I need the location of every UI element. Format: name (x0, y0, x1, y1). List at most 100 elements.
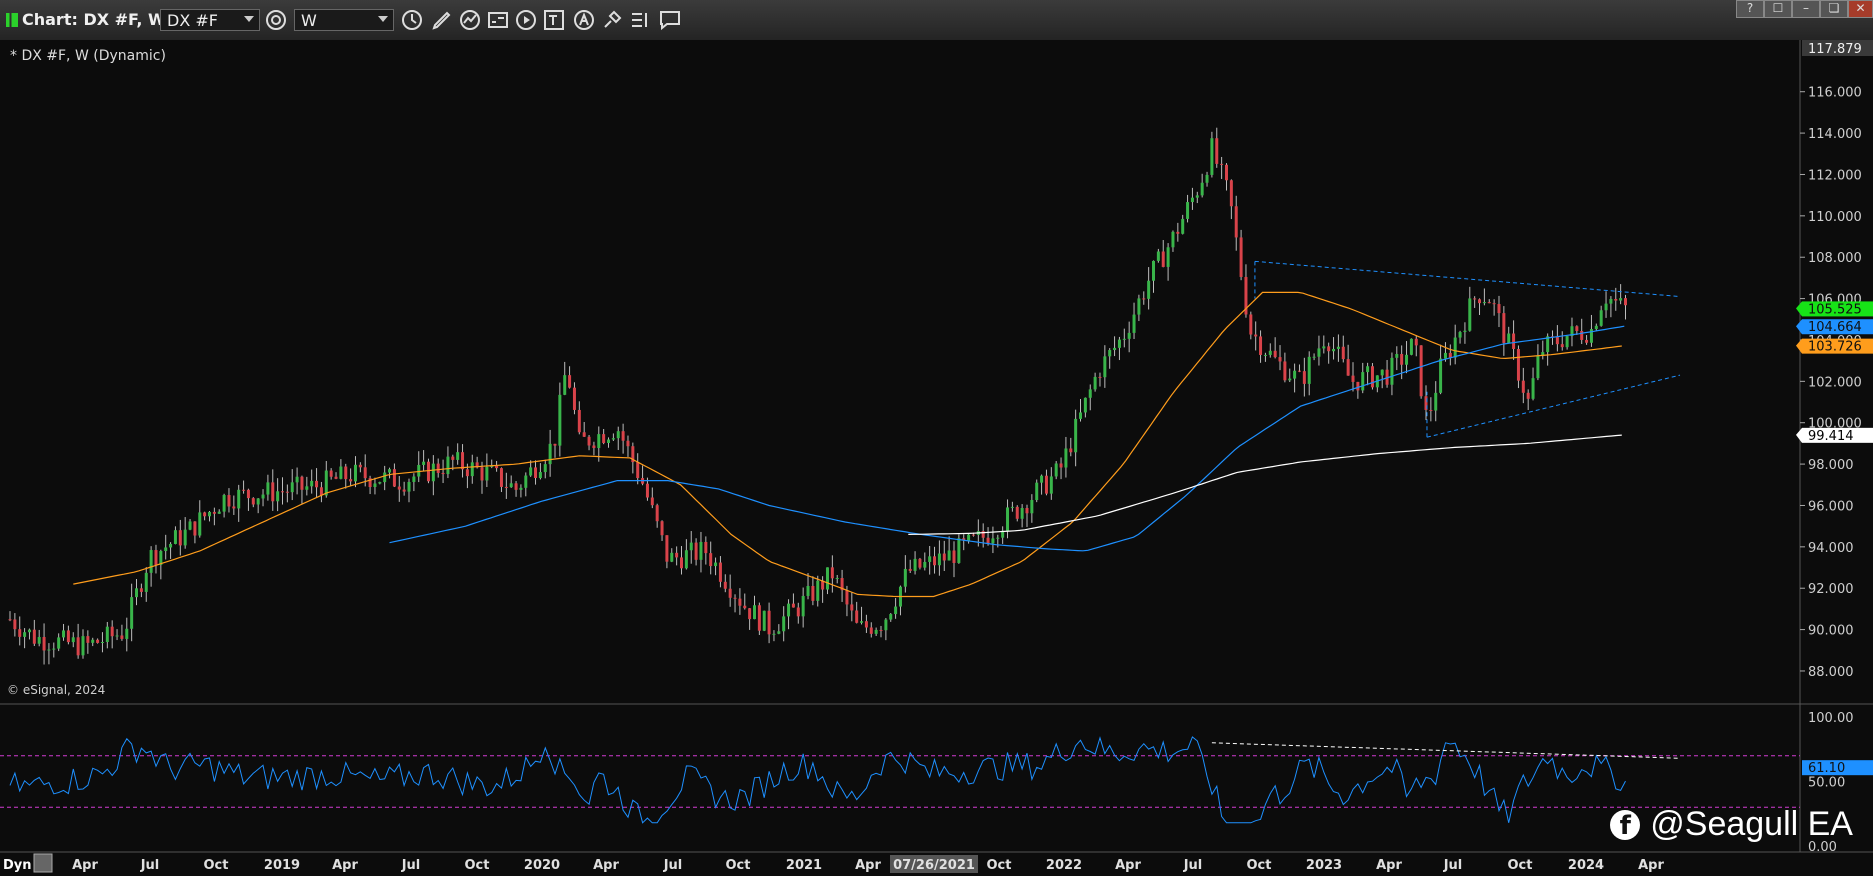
candle-body (1190, 197, 1194, 203)
candle-body (1405, 354, 1409, 365)
candle-body (1322, 346, 1326, 349)
candle-body (1356, 381, 1360, 391)
candle-body (1171, 231, 1175, 248)
chevron-down-icon[interactable] (378, 16, 388, 22)
candle-body (1560, 344, 1564, 348)
candle-body (276, 491, 280, 502)
candle-body (1273, 350, 1277, 358)
candle-body (392, 469, 396, 487)
candle-body (1458, 332, 1462, 338)
symbol-combo[interactable]: DX #F (160, 9, 260, 31)
candle-body (1020, 508, 1024, 519)
candle-body (412, 476, 416, 482)
candle-body (1336, 346, 1340, 349)
candle-body (811, 585, 815, 601)
candle-body (1516, 348, 1520, 381)
candle-body (1040, 475, 1044, 483)
candle-body (188, 521, 192, 530)
candle-body (329, 470, 333, 477)
candle-body (461, 452, 465, 470)
symbol-value: DX #F (167, 11, 218, 30)
minimize-button[interactable]: – (1792, 0, 1820, 18)
tile-button[interactable]: ☐ (1764, 0, 1792, 18)
chevron-down-icon[interactable] (244, 16, 254, 22)
candle-body (933, 556, 937, 566)
candle-body (845, 590, 849, 605)
candle-body (1113, 347, 1117, 351)
candle-body (1512, 333, 1516, 349)
candle-body (1297, 370, 1301, 372)
help-button[interactable]: ? (1736, 0, 1764, 18)
candle-body (446, 456, 450, 475)
time-tick-label: Apr (855, 858, 881, 873)
text-tool-icon[interactable] (542, 8, 566, 32)
candle-body (456, 452, 460, 460)
candle-body (222, 495, 226, 512)
pencil-icon[interactable] (430, 8, 454, 32)
time-tick-label: 2022 (1046, 858, 1082, 873)
study-icon[interactable] (486, 8, 510, 32)
candle-body (937, 553, 941, 566)
candle-body (534, 467, 538, 478)
candle-body (602, 434, 606, 443)
candle-body (217, 511, 221, 514)
close-button[interactable]: ✕ (1848, 0, 1873, 18)
price-tick-label: 90.000 (1808, 624, 1854, 639)
price-tick-label: 116.000 (1808, 86, 1862, 101)
candle-body (183, 529, 187, 546)
time-tick-label: Jul (140, 858, 160, 873)
line-tool-icon[interactable] (458, 8, 482, 32)
candle-body (290, 482, 294, 493)
candle-body (1419, 345, 1423, 397)
candle-body (655, 505, 659, 522)
candle-body (971, 534, 975, 536)
candle-body (96, 639, 100, 643)
play-icon[interactable] (514, 8, 538, 32)
candle-body (577, 409, 581, 433)
time-tick-label: Oct (726, 858, 751, 873)
candle-body (1302, 371, 1306, 384)
candle-body (1453, 337, 1457, 358)
candle-body (1580, 330, 1584, 340)
candle-body (801, 595, 805, 617)
watermark: f @Seagull EA (1610, 805, 1853, 844)
clock-gear-icon[interactable] (264, 8, 288, 32)
candle-body (1254, 334, 1258, 337)
candle-body (251, 498, 255, 505)
clock-icon[interactable] (400, 8, 424, 32)
cursor-icon[interactable] (600, 8, 624, 32)
time-tick-label: 2021 (786, 858, 822, 873)
candle-body (57, 637, 61, 649)
facebook-icon: f (1610, 809, 1641, 841)
candle-body (1555, 337, 1559, 345)
candle-body (373, 483, 377, 488)
candle-body (1093, 376, 1097, 390)
candle-body (62, 630, 66, 638)
candle-body (1619, 298, 1623, 301)
restore-button[interactable]: ❏ (1820, 0, 1848, 18)
interval-combo[interactable]: W (294, 9, 394, 31)
candle-body (1268, 350, 1272, 355)
time-tick-label: Oct (1247, 858, 1272, 873)
candle-body (135, 588, 139, 598)
candle-body (144, 572, 148, 592)
candle-body (18, 629, 22, 637)
candle-body (285, 491, 289, 493)
candle-body (986, 537, 990, 544)
chart-canvas[interactable]: 100.0050.000.0061.10 88.00090.00092.0009… (0, 40, 1873, 876)
candle-body (1293, 370, 1297, 379)
candle-body (1195, 195, 1199, 198)
comment-icon[interactable] (658, 8, 682, 32)
alert-icon[interactable] (572, 8, 596, 32)
candle-body (353, 464, 357, 482)
copyright-label: © eSignal, 2024 (7, 683, 105, 697)
candle-body (417, 464, 421, 477)
price-tick-label: 96.000 (1808, 499, 1854, 514)
candle-body (767, 610, 771, 635)
candle-body (1429, 409, 1433, 411)
candle-body (1380, 369, 1384, 376)
price-tick-label: 88.000 (1808, 665, 1854, 680)
time-tick-label: Oct (1508, 858, 1533, 873)
list-icon[interactable] (628, 8, 652, 32)
time-tick-label: Jul (401, 858, 421, 873)
